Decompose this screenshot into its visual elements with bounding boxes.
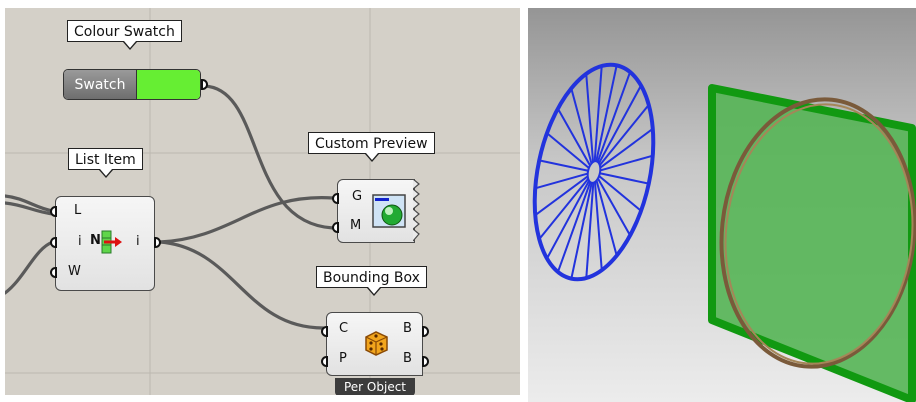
rhino-viewport[interactable] — [528, 8, 916, 402]
preview-icon — [372, 194, 406, 232]
colour-swatch-tooltip: Colour Swatch — [67, 20, 182, 42]
custom-preview-component[interactable]: G M — [337, 179, 420, 243]
list-item-component[interactable]: L i W i N — [55, 196, 155, 291]
swatch-label: Swatch — [64, 70, 137, 99]
viewport-scene — [532, 62, 916, 402]
grasshopper-canvas[interactable]: Colour Swatch Swatch List Item L i W i N… — [5, 8, 520, 395]
per-object-badge[interactable]: Per Object — [335, 378, 415, 395]
output-label-i: i — [136, 234, 140, 249]
colour-swatch-component[interactable]: Swatch — [63, 69, 201, 100]
input-label-G: G — [352, 189, 363, 204]
input-label-C: C — [339, 321, 349, 336]
list-item-input-port-L[interactable] — [50, 206, 57, 217]
tooltip-arrow — [365, 153, 379, 162]
list-item-icon: N — [90, 230, 126, 254]
green-plane — [708, 84, 916, 402]
output-label-B2: B — [403, 351, 412, 366]
custom-preview-tooltip: Custom Preview — [308, 132, 435, 154]
wire-listitem-to-boundingbox — [158, 240, 325, 330]
input-label-P: P — [339, 351, 347, 366]
output-label-B1: B — [403, 321, 412, 336]
bounding-box-component[interactable]: C P B B — [326, 312, 423, 376]
list-item-input-port-W[interactable] — [50, 267, 57, 278]
bounding-box-input-port-P[interactable] — [321, 356, 328, 367]
bounding-box-icon — [362, 329, 390, 361]
tooltip-arrow — [99, 169, 113, 178]
list-item-input-port-i[interactable] — [50, 237, 57, 248]
torn-edge — [413, 179, 420, 242]
input-label-L: L — [74, 203, 82, 218]
list-item-tooltip: List Item — [68, 148, 143, 170]
custom-preview-input-port-G[interactable] — [332, 193, 339, 204]
tooltip-arrow — [367, 287, 381, 296]
custom-preview-input-port-M[interactable] — [332, 222, 339, 233]
tooltip-arrow — [123, 41, 137, 50]
input-label-i: i — [78, 234, 82, 249]
wire-listitem-to-preview — [158, 196, 335, 244]
bounding-box-tooltip: Bounding Box — [316, 266, 427, 288]
input-label-M: M — [350, 218, 362, 233]
input-label-W: W — [68, 264, 81, 279]
blue-wheel-wireframe — [532, 62, 656, 282]
wheel-spoke — [546, 180, 590, 259]
wheel-spoke — [598, 85, 642, 164]
bounding-box-input-port-C[interactable] — [321, 326, 328, 337]
swatch-color[interactable] — [137, 70, 200, 99]
wire-in-i — [5, 240, 55, 295]
